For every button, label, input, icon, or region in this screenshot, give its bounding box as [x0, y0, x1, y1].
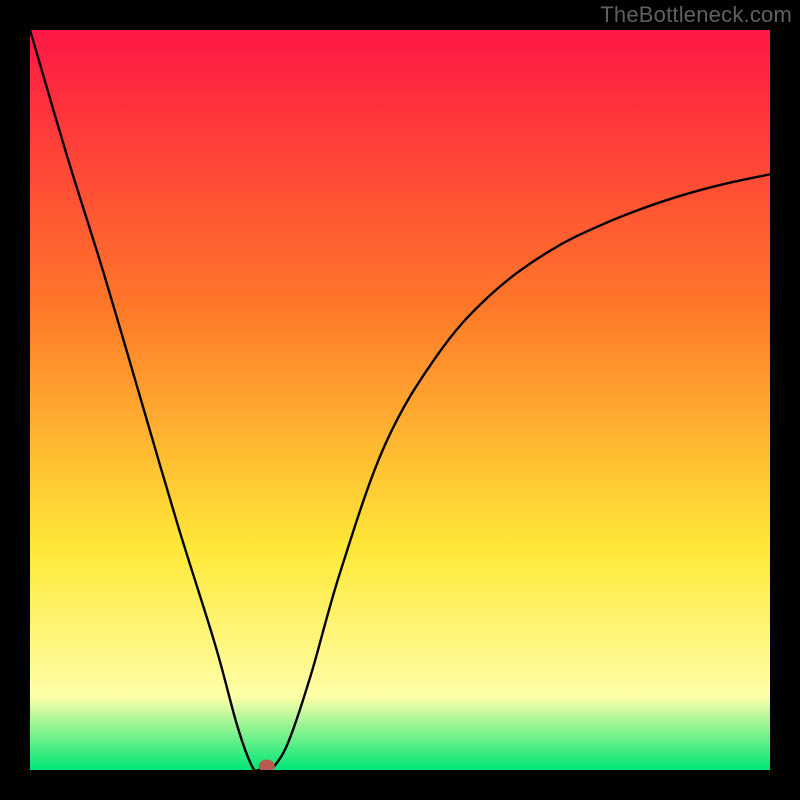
plot-area: [30, 30, 770, 770]
chart-frame: TheBottleneck.com: [0, 0, 800, 800]
watermark-text: TheBottleneck.com: [600, 2, 792, 28]
chart-svg: [30, 30, 770, 770]
